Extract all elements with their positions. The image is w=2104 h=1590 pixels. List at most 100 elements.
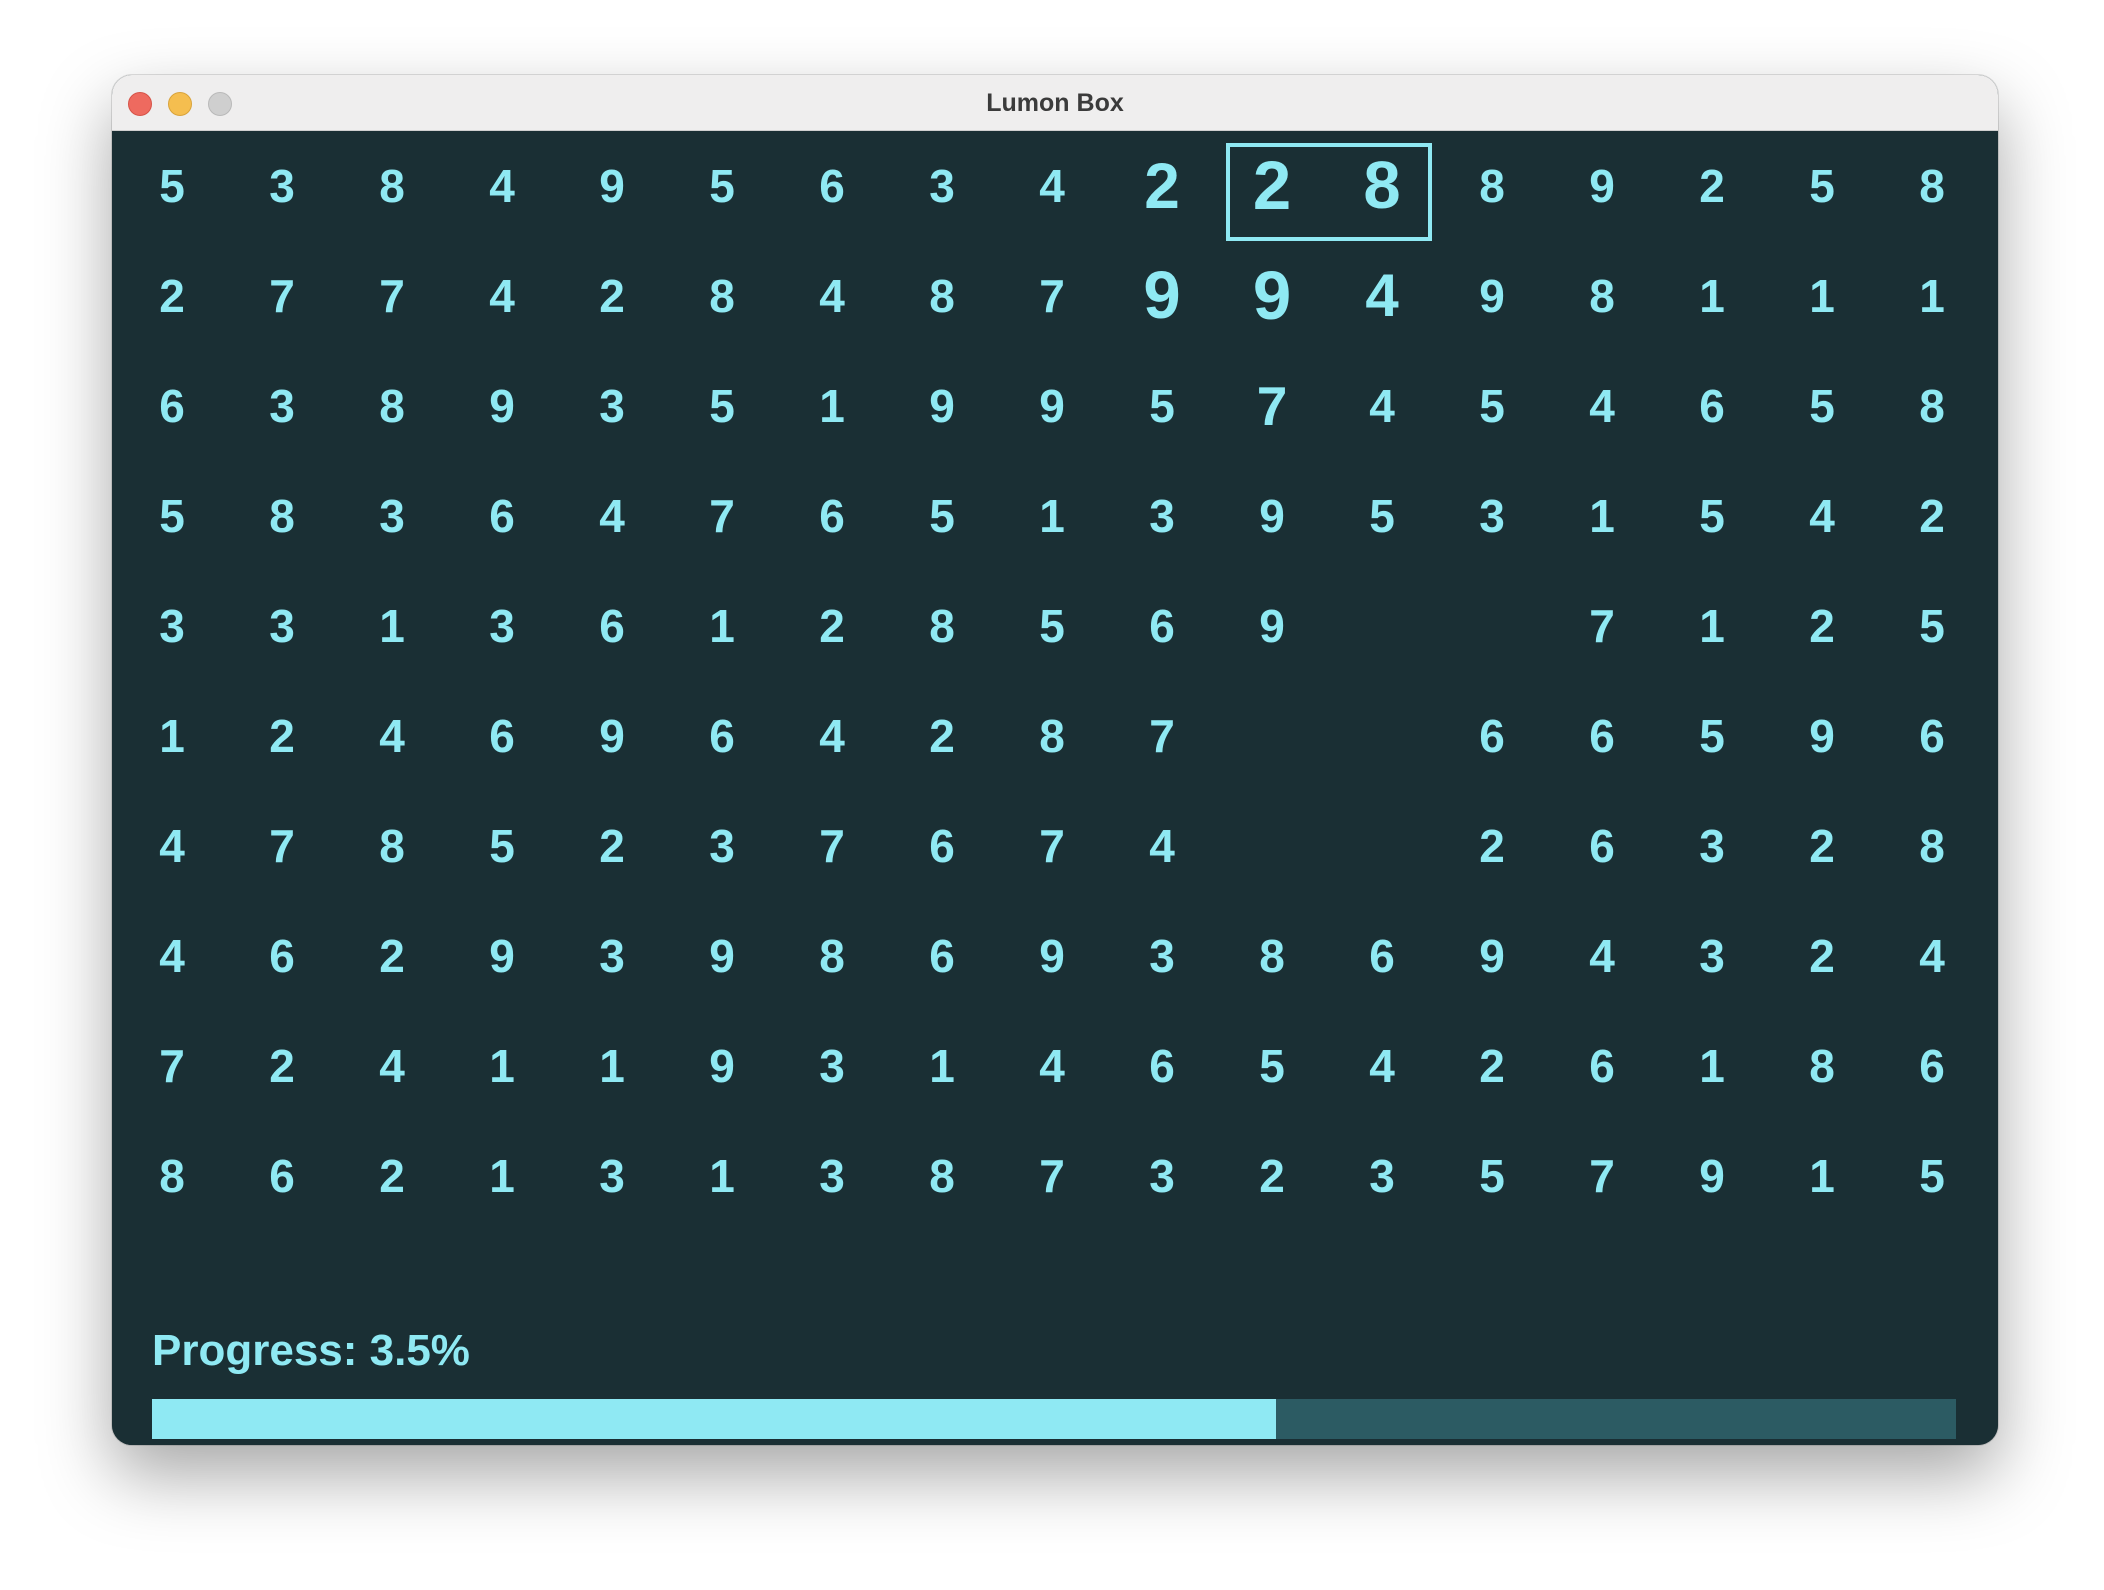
grid-number[interactable]: 2 — [902, 696, 982, 776]
grid-number[interactable]: 8 — [902, 1136, 982, 1216]
grid-number[interactable]: 8 — [132, 1136, 212, 1216]
grid-number[interactable]: 4 — [352, 696, 432, 776]
grid-number[interactable]: 4 — [1012, 1026, 1092, 1106]
grid-number[interactable]: 2 — [242, 696, 322, 776]
grid-number[interactable]: 6 — [902, 916, 982, 996]
grid-number[interactable]: 3 — [1122, 916, 1202, 996]
grid-number[interactable]: 6 — [572, 586, 652, 666]
grid-number[interactable]: 5 — [462, 806, 542, 886]
grid-number[interactable]: 5 — [1452, 1136, 1532, 1216]
grid-number[interactable]: 1 — [792, 366, 872, 446]
grid-number[interactable]: 2 — [1892, 476, 1972, 556]
grid-number[interactable]: 4 — [1012, 146, 1092, 226]
grid-number[interactable]: 3 — [1672, 916, 1752, 996]
grid-number[interactable]: 8 — [682, 256, 762, 336]
grid-number[interactable]: 8 — [242, 476, 322, 556]
grid-number[interactable]: 6 — [1122, 586, 1202, 666]
grid-number[interactable]: 5 — [1232, 1026, 1312, 1106]
grid-number[interactable]: 2 — [1782, 586, 1862, 666]
grid-number[interactable]: 2 — [1782, 806, 1862, 886]
grid-number[interactable]: 1 — [462, 1136, 542, 1216]
grid-number[interactable]: 7 — [242, 806, 322, 886]
grid-number[interactable]: 8 — [1892, 366, 1972, 446]
grid-number[interactable]: 5 — [1782, 146, 1862, 226]
grid-number[interactable] — [1342, 696, 1422, 776]
grid-number[interactable]: 5 — [1122, 366, 1202, 446]
grid-number[interactable]: 6 — [1342, 916, 1422, 996]
grid-number[interactable]: 7 — [1012, 806, 1092, 886]
grid-number[interactable]: 4 — [1342, 366, 1422, 446]
grid-number[interactable]: 5 — [132, 146, 212, 226]
grid-number[interactable]: 9 — [1452, 916, 1532, 996]
grid-number[interactable]: 7 — [1012, 1136, 1092, 1216]
grid-number[interactable]: 2 — [1782, 916, 1862, 996]
grid-number[interactable]: 1 — [462, 1026, 542, 1106]
grid-number[interactable] — [1342, 806, 1422, 886]
grid-number[interactable]: 5 — [1782, 366, 1862, 446]
grid-number[interactable]: 6 — [242, 1136, 322, 1216]
grid-number[interactable]: 2 — [132, 256, 212, 336]
grid-number[interactable]: 5 — [132, 476, 212, 556]
grid-number[interactable]: 9 — [682, 1026, 762, 1106]
grid-number[interactable] — [1232, 696, 1312, 776]
grid-number[interactable]: 7 — [352, 256, 432, 336]
grid-number[interactable]: 1 — [1782, 1136, 1862, 1216]
grid-number[interactable]: 9 — [1232, 476, 1312, 556]
title-bar[interactable]: Lumon Box — [112, 75, 1998, 131]
grid-number[interactable]: 6 — [1122, 1026, 1202, 1106]
grid-number[interactable]: 6 — [462, 696, 542, 776]
grid-number[interactable]: 4 — [792, 696, 872, 776]
grid-number[interactable]: 5 — [1672, 696, 1752, 776]
grid-number[interactable]: 4 — [132, 806, 212, 886]
grid-number[interactable]: 4 — [132, 916, 212, 996]
grid-number[interactable]: 6 — [792, 476, 872, 556]
grid-number[interactable]: 9 — [1562, 146, 1642, 226]
grid-number[interactable]: 8 — [902, 586, 982, 666]
grid-number[interactable]: 4 — [462, 256, 542, 336]
grid-number[interactable]: 3 — [352, 476, 432, 556]
grid-number[interactable] — [1452, 586, 1532, 666]
grid-number[interactable]: 4 — [1342, 256, 1422, 336]
grid-number[interactable]: 9 — [462, 366, 542, 446]
grid-number[interactable]: 9 — [1232, 256, 1312, 336]
grid-number[interactable]: 9 — [462, 916, 542, 996]
grid-number[interactable]: 4 — [1342, 1026, 1422, 1106]
grid-number[interactable]: 7 — [682, 476, 762, 556]
grid-number[interactable]: 3 — [1122, 1136, 1202, 1216]
grid-number[interactable]: 2 — [1232, 1136, 1312, 1216]
grid-number[interactable]: 9 — [1012, 916, 1092, 996]
grid-number[interactable]: 3 — [1672, 806, 1752, 886]
grid-number[interactable]: 7 — [1122, 696, 1202, 776]
grid-number[interactable]: 3 — [682, 806, 762, 886]
grid-number[interactable]: 1 — [682, 1136, 762, 1216]
grid-number[interactable]: 2 — [792, 586, 872, 666]
grid-number[interactable]: 9 — [572, 146, 652, 226]
grid-number[interactable]: 8 — [792, 916, 872, 996]
grid-number[interactable]: 6 — [1562, 696, 1642, 776]
grid-number[interactable] — [1232, 806, 1312, 886]
grid-number[interactable]: 1 — [1672, 1026, 1752, 1106]
grid-number[interactable]: 3 — [1452, 476, 1532, 556]
grid-number[interactable]: 6 — [1672, 366, 1752, 446]
grid-number[interactable]: 8 — [1562, 256, 1642, 336]
grid-number[interactable]: 4 — [792, 256, 872, 336]
grid-number[interactable]: 3 — [792, 1026, 872, 1106]
grid-number[interactable]: 4 — [352, 1026, 432, 1106]
grid-number[interactable]: 4 — [462, 146, 542, 226]
grid-number[interactable]: 7 — [1012, 256, 1092, 336]
grid-number[interactable]: 4 — [572, 476, 652, 556]
grid-number[interactable]: 9 — [1122, 256, 1202, 336]
grid-number[interactable]: 5 — [1452, 366, 1532, 446]
grid-number[interactable]: 2 — [242, 1026, 322, 1106]
grid-number[interactable]: 1 — [1672, 586, 1752, 666]
grid-number[interactable]: 3 — [792, 1136, 872, 1216]
grid-number[interactable] — [1342, 586, 1422, 666]
grid-number[interactable]: 3 — [902, 146, 982, 226]
grid-number[interactable]: 3 — [1342, 1136, 1422, 1216]
grid-number[interactable]: 5 — [1892, 586, 1972, 666]
grid-number[interactable]: 8 — [1452, 146, 1532, 226]
grid-number[interactable]: 3 — [242, 586, 322, 666]
grid-number[interactable]: 9 — [1012, 366, 1092, 446]
grid-number[interactable]: 8 — [1892, 146, 1972, 226]
grid-number[interactable]: 8 — [1892, 806, 1972, 886]
